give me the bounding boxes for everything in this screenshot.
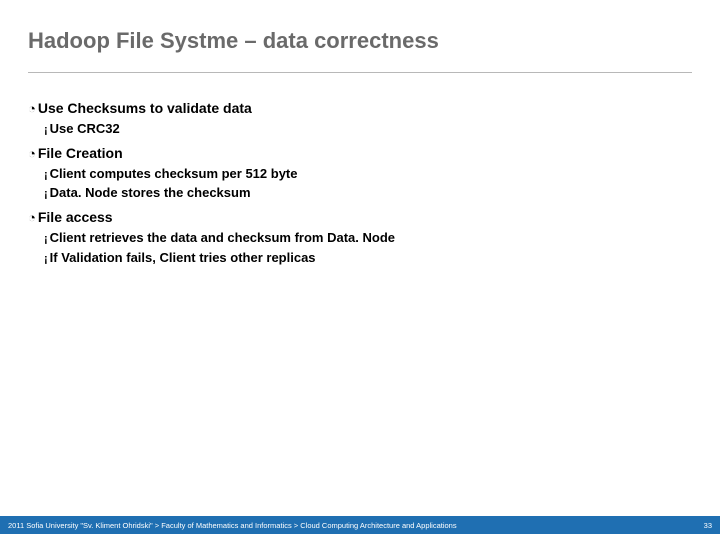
title-divider: [28, 72, 692, 73]
heading-text: File Creation: [38, 145, 123, 161]
circle-bullet-icon: ¡: [44, 232, 48, 247]
item-text: Use CRC32: [50, 121, 120, 136]
clock-bullet-icon: ◔: [28, 100, 36, 118]
item-text: Client computes checksum per 512 byte: [50, 166, 298, 181]
page-number: 33: [704, 521, 712, 530]
bullet-level2: ¡Data. Node stores the checksum: [44, 184, 692, 202]
heading-text: File access: [38, 209, 113, 225]
item-text: Data. Node stores the checksum: [50, 185, 251, 200]
circle-bullet-icon: ¡: [44, 123, 48, 138]
footer-bar: 2011 Sofia University "Sv. Kliment Ohrid…: [0, 516, 720, 534]
slide-title: Hadoop File Systme – data correctness: [28, 28, 692, 54]
bullet-level2: ¡Client retrieves the data and checksum …: [44, 229, 692, 247]
slide-content: ◔Use Checksums to validate data ¡Use CRC…: [28, 99, 692, 267]
bullet-level2: ¡Use CRC32: [44, 120, 692, 138]
circle-bullet-icon: ¡: [44, 168, 48, 183]
clock-bullet-icon: ◔: [28, 209, 36, 227]
circle-bullet-icon: ¡: [44, 252, 48, 267]
heading-text: Use Checksums to validate data: [38, 100, 252, 116]
bullet-level1: ◔Use Checksums to validate data: [28, 99, 692, 118]
clock-bullet-icon: ◔: [28, 145, 36, 163]
item-text: Client retrieves the data and checksum f…: [50, 230, 395, 245]
bullet-level2: ¡If Validation fails, Client tries other…: [44, 249, 692, 267]
item-text: If Validation fails, Client tries other …: [50, 250, 316, 265]
bullet-level1: ◔File Creation: [28, 144, 692, 163]
circle-bullet-icon: ¡: [44, 187, 48, 202]
bullet-level1: ◔File access: [28, 208, 692, 227]
slide: Hadoop File Systme – data correctness ◔U…: [0, 0, 720, 540]
footer-text: 2011 Sofia University "Sv. Kliment Ohrid…: [8, 521, 457, 530]
bullet-level2: ¡Client computes checksum per 512 byte: [44, 165, 692, 183]
